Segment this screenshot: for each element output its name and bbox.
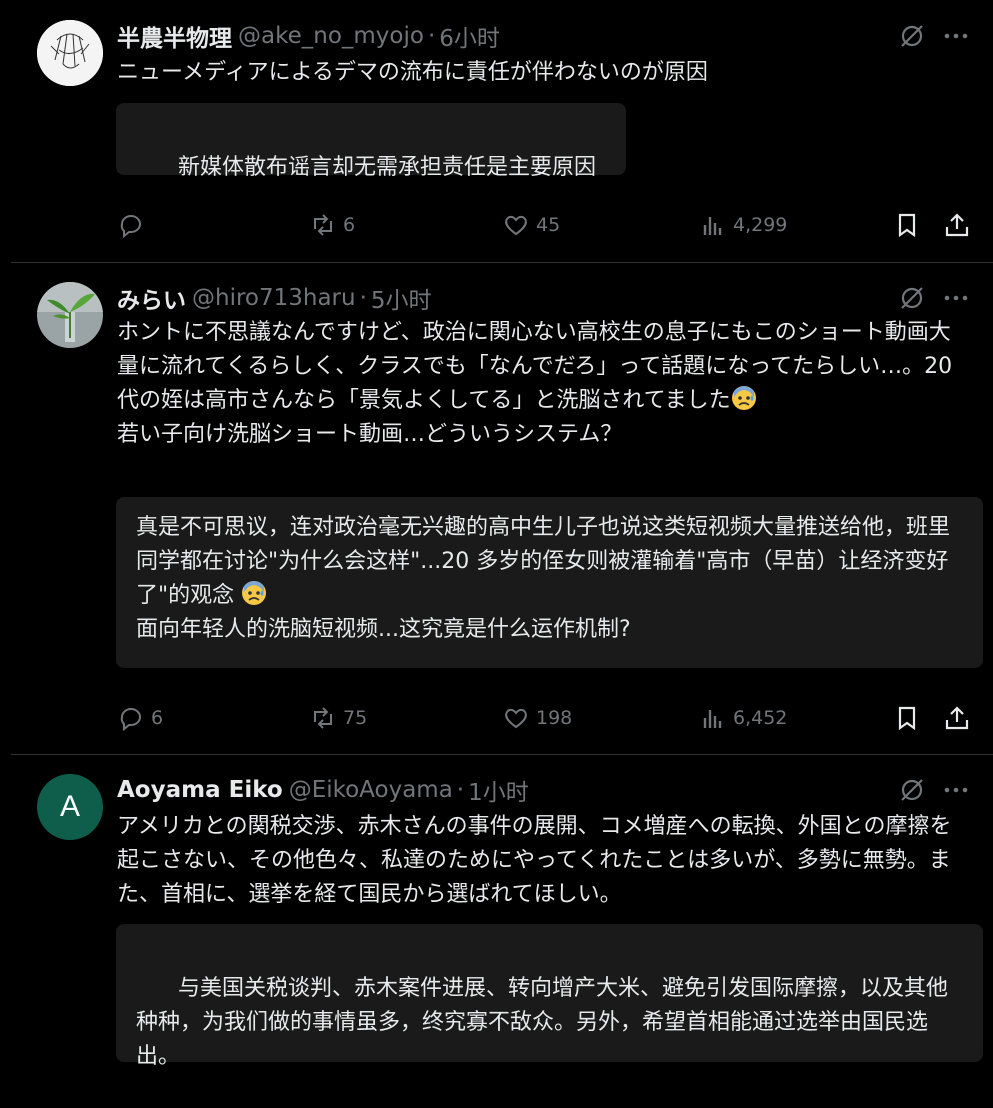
share-button[interactable] xyxy=(943,700,971,736)
separator-dot: · xyxy=(427,23,436,49)
repost-icon xyxy=(314,707,332,729)
grok-icon[interactable] xyxy=(898,776,926,804)
translation-text-second-line: 面向年轻人的洗脑短视频...这究竟是什么运作机制? xyxy=(136,617,631,642)
post-timestamp[interactable]: 6小时 xyxy=(439,19,500,53)
grok-icon[interactable] xyxy=(898,22,926,50)
repost-button[interactable]: 75 xyxy=(309,700,367,736)
display-name[interactable]: Aoyama Eiko xyxy=(117,777,283,803)
action-bar: 6 45 4,299 xyxy=(11,207,993,243)
action-bar: 6 75 198 6,452 xyxy=(11,700,993,736)
translation-text: 新媒体散布谣言却无需承担责任是主要原因 xyxy=(177,155,596,180)
post[interactable]: A Aoyama Eiko @EikoAoyama · 1小时 アメリカとの関税… xyxy=(11,754,993,1079)
bookmark-icon xyxy=(898,706,916,731)
like-button[interactable]: 45 xyxy=(502,207,560,243)
user-handle[interactable]: @EikoAoyama xyxy=(289,777,453,803)
post[interactable]: 半農半物理 @ake_no_myojo · 6小时 ニューメディアによるデマの流… xyxy=(11,0,993,263)
more-options-icon[interactable] xyxy=(941,22,971,50)
separator-dot: · xyxy=(456,777,465,803)
share-button[interactable] xyxy=(943,207,971,243)
analytics-icon xyxy=(703,217,722,235)
analytics-icon xyxy=(703,710,722,728)
post-text-second-line: 若い子向け洗脳ショート動画…どういうシステム？ xyxy=(117,422,623,447)
anxious-face-emoji-icon xyxy=(731,386,756,410)
views-button[interactable]: 4,299 xyxy=(699,207,787,243)
post-header: Aoyama Eiko @EikoAoyama · 1小时 xyxy=(117,774,529,806)
repost-button[interactable]: 6 xyxy=(309,207,355,243)
share-icon xyxy=(945,213,969,237)
like-button[interactable]: 198 xyxy=(502,700,572,736)
post[interactable]: みらい @hiro713haru · 5小时 ホントに不思議なんですけど、政治に… xyxy=(11,262,993,755)
separator-dot: · xyxy=(359,285,367,311)
view-count: 6,452 xyxy=(733,707,788,729)
post-text: ニューメディアによるデマの流布に責任が伴わないのが原因 xyxy=(117,60,708,85)
timeline-feed: 半農半物理 @ake_no_myojo · 6小时 ニューメディアによるデマの流… xyxy=(11,0,993,1079)
heart-icon xyxy=(505,708,527,729)
repost-icon xyxy=(314,214,332,236)
user-handle[interactable]: @hiro713haru xyxy=(192,285,356,311)
reply-icon xyxy=(120,708,141,732)
repost-count: 6 xyxy=(343,214,356,236)
more-options-icon[interactable] xyxy=(941,776,971,804)
translation-text: 与美国关税谈判、赤木案件进展、转向增产大米、避免引发国际摩擦，以及其他种种，为我… xyxy=(136,976,948,1069)
reply-icon xyxy=(120,215,141,239)
user-handle[interactable]: @ake_no_myojo xyxy=(238,23,424,49)
post-text: アメリカとの関税交渉、赤木さんの事件の展開、コメ増産への転換、外国との摩擦を起こ… xyxy=(117,814,952,907)
like-count: 45 xyxy=(536,214,561,236)
grok-icon[interactable] xyxy=(898,284,926,312)
repost-count: 75 xyxy=(343,707,368,729)
display-name[interactable]: みらい xyxy=(117,281,186,315)
reply-count: 6 xyxy=(151,707,164,729)
more-options-icon[interactable] xyxy=(941,284,971,312)
post-header: みらい @hiro713haru · 5小时 xyxy=(117,282,432,314)
anxious-face-emoji-icon xyxy=(242,581,267,605)
heart-icon xyxy=(505,215,527,236)
share-icon xyxy=(945,706,969,730)
avatar-letter: A xyxy=(59,790,80,823)
reply-button[interactable]: 6 xyxy=(117,700,163,736)
plant-photo-avatar-icon xyxy=(37,282,103,348)
like-count: 198 xyxy=(536,707,573,729)
post-text-main: ホントに不思議なんですけど、政治に関心ない高校生の息子にもこのショート動画大量に… xyxy=(117,320,953,413)
bookmark-button[interactable] xyxy=(893,700,921,736)
post-timestamp[interactable]: 5小时 xyxy=(371,281,432,315)
view-count: 4,299 xyxy=(733,214,788,236)
post-header: 半農半物理 @ake_no_myojo · 6小时 xyxy=(117,20,500,52)
avatar[interactable] xyxy=(37,20,103,86)
display-name[interactable]: 半農半物理 xyxy=(117,19,232,53)
post-text: ホントに不思議なんですけど、政治に関心ない高校生の息子にもこのショート動画大量に… xyxy=(117,316,962,452)
sketch-avatar-icon xyxy=(37,20,103,86)
avatar[interactable]: A xyxy=(37,774,103,840)
bookmark-button[interactable] xyxy=(893,207,921,243)
translation-box: 与美国关税谈判、赤木案件进展、转向增产大米、避免引发国际摩擦，以及其他种种，为我… xyxy=(116,924,983,1069)
bookmark-icon xyxy=(898,213,916,238)
post-timestamp[interactable]: 1小时 xyxy=(468,773,529,807)
avatar[interactable] xyxy=(37,282,103,348)
reply-button[interactable] xyxy=(117,207,151,243)
translation-box: 新媒体散布谣言却无需承担责任是主要原因 xyxy=(116,103,626,180)
translation-box: 真是不可思议，连对政治毫无兴趣的高中生儿子也说这类短视频大量推送给他，班里同学都… xyxy=(116,497,983,668)
views-button[interactable]: 6,452 xyxy=(699,700,787,736)
